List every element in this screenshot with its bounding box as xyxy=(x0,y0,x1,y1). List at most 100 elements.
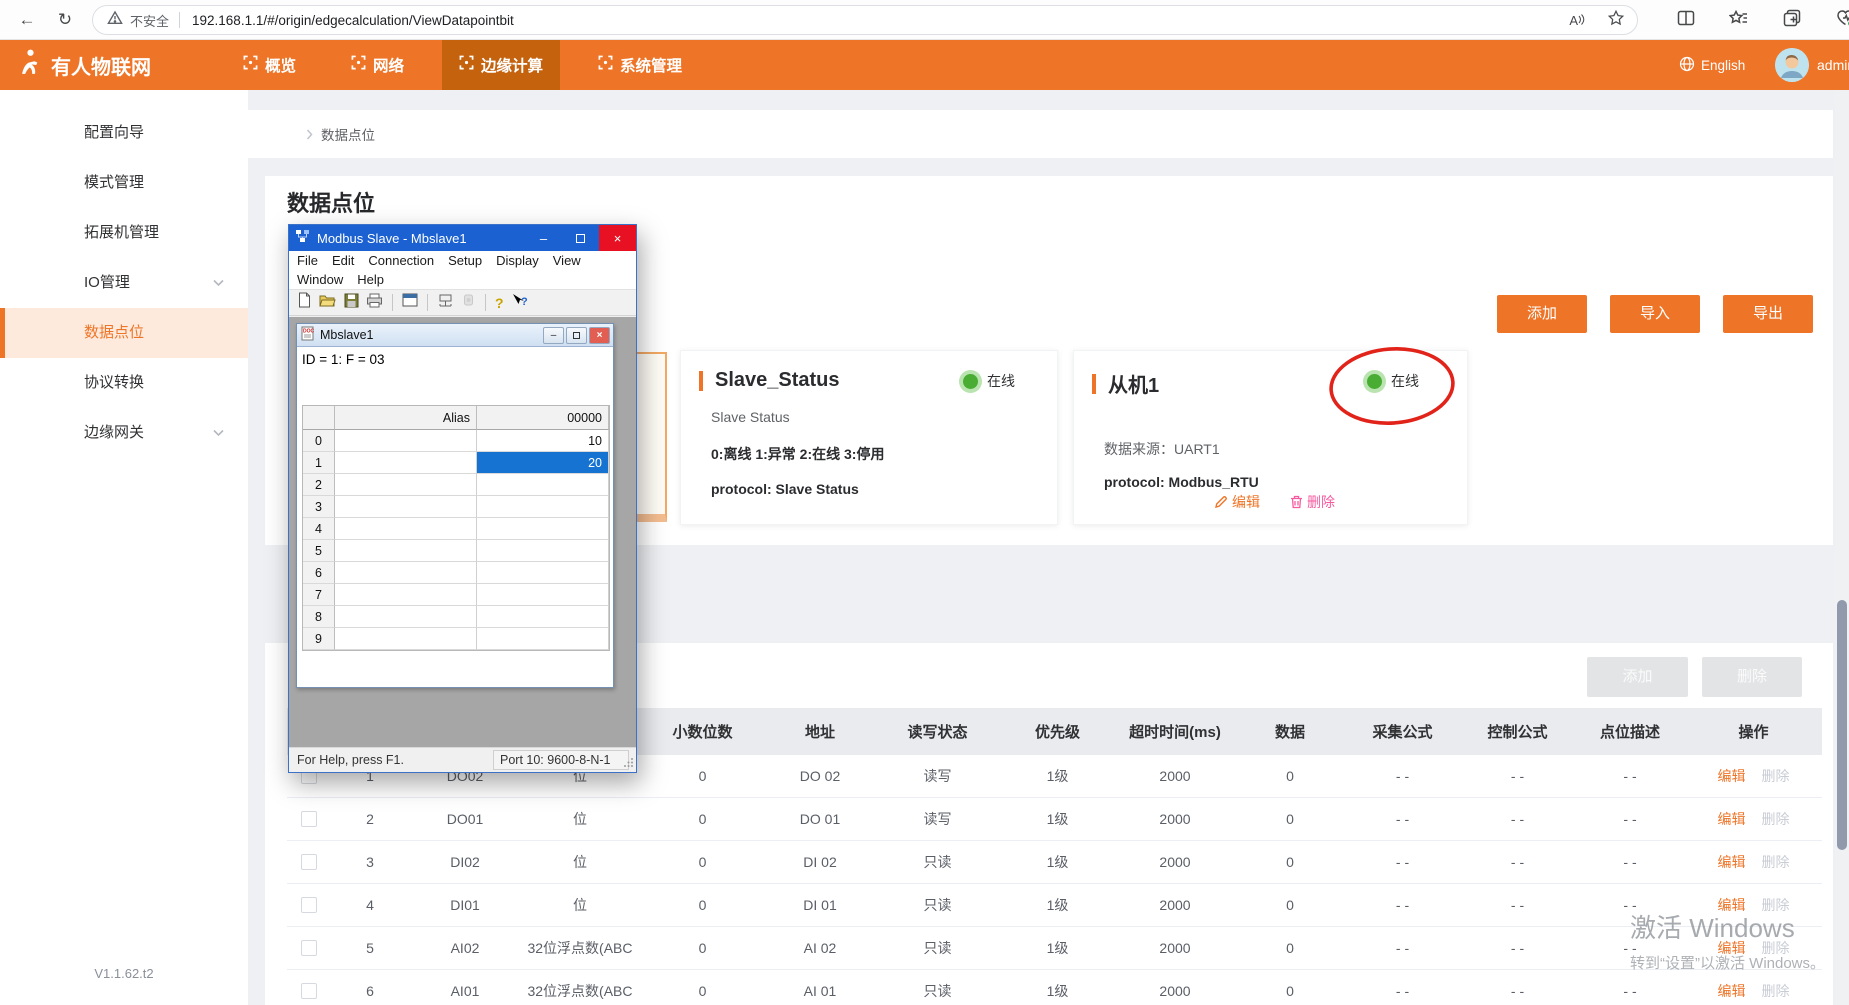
doc-minimize-button[interactable]: – xyxy=(543,327,564,344)
grid-value-cell[interactable] xyxy=(477,562,609,584)
avatar[interactable] xyxy=(1775,48,1809,82)
row-checkbox[interactable] xyxy=(301,897,317,913)
grid-row-number[interactable]: 0 xyxy=(303,430,335,452)
sidebar-item[interactable]: 拓展机管理 xyxy=(0,208,248,258)
help-icon[interactable]: ? xyxy=(495,295,504,311)
grid-alias-cell[interactable] xyxy=(335,452,477,474)
grid-value-cell[interactable] xyxy=(477,540,609,562)
grid-alias-cell[interactable] xyxy=(335,606,477,628)
grid-alias-cell[interactable] xyxy=(335,628,477,650)
doc-maximize-button[interactable] xyxy=(566,327,587,344)
grid-row-number[interactable]: 6 xyxy=(303,562,335,584)
row-delete-link[interactable]: 删除 xyxy=(1762,895,1790,915)
split-screen-icon[interactable] xyxy=(1676,8,1696,33)
scrollbar-thumb[interactable] xyxy=(1837,600,1847,850)
grid-alias-cell[interactable] xyxy=(335,562,477,584)
menu-item[interactable]: Setup xyxy=(448,253,482,268)
menu-item[interactable]: View xyxy=(553,253,581,268)
add-datapoint-button[interactable]: 添加 xyxy=(1587,657,1688,697)
row-delete-link[interactable]: 删除 xyxy=(1762,809,1790,829)
open-file-icon[interactable] xyxy=(319,293,337,313)
grid-row-number[interactable]: 2 xyxy=(303,474,335,496)
import-button[interactable]: 导入 xyxy=(1610,295,1700,333)
row-edit-link[interactable]: 编辑 xyxy=(1718,895,1746,915)
grid-row-number[interactable]: 4 xyxy=(303,518,335,540)
menu-item[interactable]: Edit xyxy=(332,253,354,268)
row-delete-link[interactable]: 删除 xyxy=(1762,981,1790,1001)
edit-slave-link[interactable]: 编辑 xyxy=(1214,492,1260,512)
row-edit-link[interactable]: 编辑 xyxy=(1718,852,1746,872)
row-checkbox[interactable] xyxy=(301,811,317,827)
document-title-bar[interactable]: DOC Mbslave1 – × xyxy=(297,324,613,347)
mbslave1-document-window[interactable]: DOC Mbslave1 – × ID = 1: F = 03 Alias 00… xyxy=(296,323,614,688)
bus-monitor-icon[interactable] xyxy=(437,293,454,313)
grid-value-cell[interactable] xyxy=(477,496,609,518)
grid-row-number[interactable]: 9 xyxy=(303,628,335,650)
page-scrollbar[interactable] xyxy=(1835,90,1849,1005)
menu-item[interactable]: Display xyxy=(496,253,539,268)
grid-value-cell[interactable] xyxy=(477,628,609,650)
sidebar-item[interactable]: 模式管理 xyxy=(0,158,248,208)
modbus-slave-window[interactable]: Modbus Slave - Mbslave1 – × FileEditConn… xyxy=(288,224,637,773)
grid-row-number[interactable]: 8 xyxy=(303,606,335,628)
row-edit-link[interactable]: 编辑 xyxy=(1718,809,1746,829)
browser-refresh-icon[interactable]: ↻ xyxy=(52,7,78,33)
print-icon[interactable] xyxy=(366,293,383,313)
nav-item[interactable]: 网络 xyxy=(334,40,421,90)
sidebar-item[interactable]: 数据点位 xyxy=(0,308,248,358)
menu-item[interactable]: Connection xyxy=(368,253,434,268)
grid-value-cell[interactable] xyxy=(477,606,609,628)
delete-datapoint-button[interactable]: 删除 xyxy=(1702,657,1802,697)
grid-value-cell[interactable]: 20 xyxy=(477,452,609,474)
security-label[interactable]: 不安全 xyxy=(130,11,169,30)
export-button[interactable]: 导出 xyxy=(1723,295,1813,333)
resize-grip[interactable] xyxy=(624,756,634,770)
grid-row-number[interactable]: 3 xyxy=(303,496,335,518)
save-file-icon[interactable] xyxy=(344,293,359,313)
collections-icon[interactable] xyxy=(1782,8,1802,33)
read-aloud-icon[interactable]: A xyxy=(1569,13,1585,28)
grid-value-cell[interactable] xyxy=(477,584,609,606)
row-delete-link[interactable]: 删除 xyxy=(1762,938,1790,958)
sidebar-item[interactable]: 配置向导 xyxy=(0,108,248,158)
display-window-icon[interactable] xyxy=(402,293,418,312)
row-edit-link[interactable]: 编辑 xyxy=(1718,938,1746,958)
grid-alias-cell[interactable] xyxy=(335,496,477,518)
language-switcher[interactable]: English xyxy=(1679,56,1745,75)
grid-row-number[interactable]: 7 xyxy=(303,584,335,606)
sidebar-item[interactable]: IO管理 xyxy=(0,258,248,308)
grid-value-cell[interactable]: 10 xyxy=(477,430,609,452)
close-button[interactable]: × xyxy=(599,225,636,251)
grid-alias-cell[interactable] xyxy=(335,584,477,606)
minimize-button[interactable]: – xyxy=(525,225,562,251)
grid-alias-cell[interactable] xyxy=(335,518,477,540)
device-setup-icon[interactable] xyxy=(461,293,476,313)
new-file-icon[interactable] xyxy=(297,292,312,313)
menu-item[interactable]: File xyxy=(297,253,318,268)
browser-essentials-icon[interactable] xyxy=(1835,8,1849,33)
grid-value-cell[interactable] xyxy=(477,474,609,496)
grid-alias-cell[interactable] xyxy=(335,540,477,562)
sidebar-item[interactable]: 边缘网关 xyxy=(0,408,248,458)
row-checkbox[interactable] xyxy=(301,854,317,870)
address-bar[interactable]: 不安全 192.168.1.1/#/origin/edgecalculation… xyxy=(92,5,1638,35)
favorite-star-icon[interactable] xyxy=(1607,9,1625,32)
menu-item[interactable]: Window xyxy=(297,272,343,287)
favorites-bar-icon[interactable] xyxy=(1729,8,1749,33)
row-delete-link[interactable]: 删除 xyxy=(1762,852,1790,872)
grid-alias-cell[interactable] xyxy=(335,430,477,452)
delete-slave-link[interactable]: 删除 xyxy=(1290,492,1335,512)
grid-row-number[interactable]: 1 xyxy=(303,452,335,474)
context-help-icon[interactable]: ? xyxy=(511,293,528,313)
nav-item[interactable]: 系统管理 xyxy=(581,40,699,90)
grid-alias-cell[interactable] xyxy=(335,474,477,496)
sidebar-item[interactable]: 协议转换 xyxy=(0,358,248,408)
row-checkbox[interactable] xyxy=(301,983,317,999)
brand-logo[interactable]: 有人物联网 xyxy=(14,40,151,90)
grid-row-number[interactable]: 5 xyxy=(303,540,335,562)
menu-item[interactable]: Help xyxy=(357,272,384,287)
nav-item[interactable]: 边缘计算 xyxy=(442,40,560,90)
row-delete-link[interactable]: 删除 xyxy=(1762,766,1790,786)
breadcrumb-current[interactable]: 数据点位 xyxy=(321,124,375,144)
url-text[interactable]: 192.168.1.1/#/origin/edgecalculation/Vie… xyxy=(192,13,514,28)
